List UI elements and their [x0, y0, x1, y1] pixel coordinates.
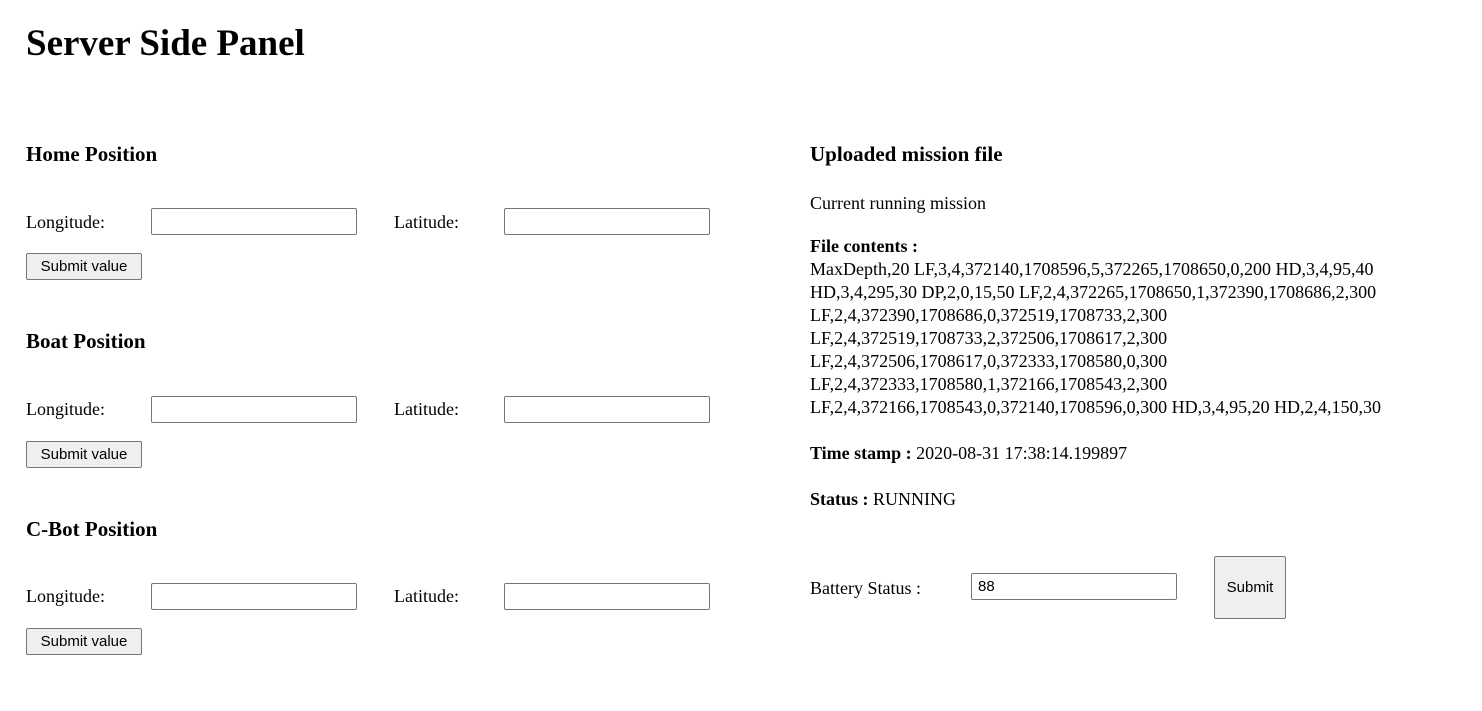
home-submit-button[interactable]: Submit value	[26, 253, 142, 280]
cbot-latitude-label: Latitude:	[394, 586, 459, 606]
status-value: RUNNING	[873, 489, 957, 509]
mission-subtitle: Current running mission	[810, 193, 986, 213]
cbot-latitude-input[interactable]	[504, 583, 710, 610]
file-contents-label: File contents :	[810, 236, 918, 256]
boat-longitude-input[interactable]	[151, 396, 357, 423]
status-row: Status : RUNNING	[810, 488, 956, 510]
battery-submit-button[interactable]: Submit	[1214, 556, 1286, 619]
cbot-longitude-label: Longitude:	[26, 586, 105, 606]
home-latitude-label: Latitude:	[394, 212, 459, 232]
boat-latitude-label: Latitude:	[394, 399, 459, 419]
boat-longitude-label: Longitude:	[26, 399, 105, 419]
boat-latitude-input[interactable]	[504, 396, 710, 423]
home-latitude-input[interactable]	[504, 208, 710, 235]
home-longitude-label: Longitude:	[26, 212, 105, 232]
battery-status-label: Battery Status :	[810, 578, 921, 598]
cbot-position-heading: C-Bot Position	[26, 517, 158, 541]
status-label: Status :	[810, 489, 869, 509]
boat-position-heading: Boat Position	[26, 329, 146, 353]
cbot-longitude-input[interactable]	[151, 583, 357, 610]
page-title: Server Side Panel	[26, 23, 305, 64]
home-position-heading: Home Position	[26, 142, 158, 166]
timestamp-label: Time stamp :	[810, 443, 912, 463]
home-longitude-input[interactable]	[151, 208, 357, 235]
timestamp-row: Time stamp : 2020-08-31 17:38:14.199897	[810, 442, 1127, 464]
timestamp-value: 2020-08-31 17:38:14.199897	[916, 443, 1128, 463]
server-side-panel: Server Side Panel Home Position Longitud…	[0, 0, 1482, 711]
battery-status-input[interactable]	[971, 573, 1177, 600]
boat-submit-button[interactable]: Submit value	[26, 441, 142, 468]
file-contents-text: MaxDepth,20 LF,3,4,372140,1708596,5,3722…	[810, 259, 1382, 417]
cbot-submit-button[interactable]: Submit value	[26, 628, 142, 655]
mission-heading: Uploaded mission file	[810, 142, 1003, 166]
